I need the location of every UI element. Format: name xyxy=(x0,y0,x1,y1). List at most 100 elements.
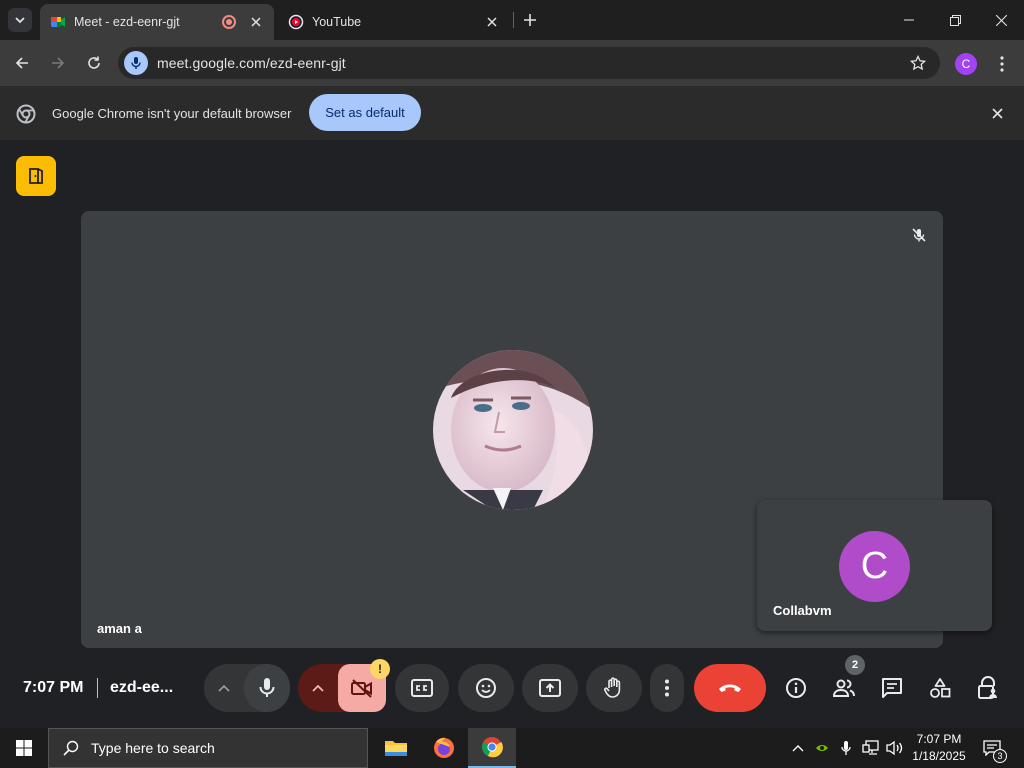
tab-youtube[interactable]: YouTube xyxy=(278,4,510,40)
self-participant-name: Collabvm xyxy=(773,603,832,618)
info-icon xyxy=(786,678,806,698)
video-options-button[interactable] xyxy=(298,664,338,712)
url-text: meet.google.com/ezd-eenr-gjt xyxy=(157,55,346,71)
close-icon xyxy=(995,14,1007,26)
arrow-left-icon xyxy=(15,57,28,69)
taskbar-search-box[interactable]: Type here to search xyxy=(48,728,368,768)
close-tab-icon[interactable] xyxy=(248,14,264,30)
self-avatar: C xyxy=(839,531,910,602)
file-explorer-button[interactable] xyxy=(372,728,420,768)
more-options-button[interactable] xyxy=(650,664,684,712)
taskbar-time: 7:07 PM xyxy=(916,732,962,746)
tab-search-button[interactable] xyxy=(8,8,32,32)
meet-page: aman a C Collabvm 7:07 PM ezd-ee... ! 2 xyxy=(0,140,1024,728)
raise-hand-icon xyxy=(604,677,621,698)
people-count-badge: 2 xyxy=(845,655,865,675)
audio-options-button[interactable] xyxy=(204,664,244,712)
reactions-button[interactable] xyxy=(458,664,514,712)
chrome-button[interactable] xyxy=(468,728,516,768)
tab-title: Meet - ezd-eenr-gjt xyxy=(74,15,180,29)
activities-shapes-icon xyxy=(930,678,951,698)
raise-hand-button[interactable] xyxy=(586,664,642,712)
default-browser-infobar: Google Chrome isn't your default browser… xyxy=(0,86,1024,140)
chevron-up-icon xyxy=(218,684,230,692)
emoji-icon xyxy=(476,678,496,698)
reload-icon xyxy=(88,56,100,69)
close-icon xyxy=(991,107,1003,119)
meeting-details-button[interactable] xyxy=(784,676,808,700)
camera-off-icon xyxy=(351,679,372,698)
infobar-message: Google Chrome isn't your default browser xyxy=(52,106,292,121)
captions-button[interactable] xyxy=(395,664,449,712)
set-as-default-button[interactable]: Set as default xyxy=(309,94,421,131)
nvidia-tray-icon[interactable] xyxy=(812,738,832,758)
folder-icon xyxy=(385,741,407,756)
chat-icon xyxy=(882,678,902,698)
start-button[interactable] xyxy=(0,728,48,768)
leave-call-button[interactable] xyxy=(694,664,766,712)
participant-tile-self[interactable]: C Collabvm xyxy=(757,500,992,631)
closed-captions-icon xyxy=(411,679,433,697)
activities-button[interactable] xyxy=(928,676,952,700)
windows-taskbar: Type here to search 7:07 PM 1/18/2025 3 xyxy=(0,728,1024,768)
tab-meet[interactable]: Meet - ezd-eenr-gjt xyxy=(40,4,274,40)
taskbar-clock[interactable]: 7:07 PM 1/18/2025 xyxy=(908,731,970,765)
browser-menu-button[interactable] xyxy=(992,54,1012,74)
people-button[interactable] xyxy=(832,676,856,700)
arrow-right-icon xyxy=(52,57,65,69)
microphone-button[interactable] xyxy=(244,664,290,712)
infobar-close-button[interactable] xyxy=(988,104,1006,122)
profile-avatar[interactable]: C xyxy=(955,53,977,75)
camera-warning-badge: ! xyxy=(370,659,390,679)
back-button[interactable] xyxy=(10,51,34,75)
new-tab-button[interactable] xyxy=(520,10,540,30)
participant-name: aman a xyxy=(97,621,142,636)
more-vert-icon xyxy=(665,679,669,697)
meeting-clock: 7:07 PM xyxy=(23,679,84,696)
taskbar-date: 1/18/2025 xyxy=(912,749,966,763)
search-icon xyxy=(63,740,79,756)
plus-icon xyxy=(524,14,536,26)
participant-avatar-photo xyxy=(433,350,593,510)
present-screen-button[interactable] xyxy=(522,664,578,712)
lock-person-icon xyxy=(978,676,997,699)
microphone-tray-icon[interactable] xyxy=(836,738,856,758)
browser-toolbar: meet.google.com/ezd-eenr-gjt xyxy=(0,40,1024,86)
network-tray-icon[interactable] xyxy=(861,738,881,758)
chat-button[interactable] xyxy=(880,676,904,700)
chevron-up-icon xyxy=(792,745,804,752)
restore-button[interactable] xyxy=(932,0,978,40)
muted-mic-icon xyxy=(907,223,931,247)
door-exit-icon xyxy=(29,168,43,184)
minimize-icon xyxy=(904,19,914,21)
end-call-icon xyxy=(719,684,741,692)
chrome-icon xyxy=(482,737,503,758)
more-vert-icon xyxy=(1000,56,1004,72)
meeting-code: ezd-ee... xyxy=(110,679,174,696)
close-tab-icon[interactable] xyxy=(484,14,500,30)
minimize-button[interactable] xyxy=(886,0,932,40)
people-icon xyxy=(832,679,855,697)
chevron-up-icon xyxy=(312,684,324,692)
firefox-icon xyxy=(434,737,454,758)
windows-logo-icon xyxy=(16,740,32,756)
tab-title: YouTube xyxy=(312,15,362,29)
microphone-permission-icon[interactable] xyxy=(124,51,148,75)
restore-icon xyxy=(949,14,961,26)
present-screen-icon xyxy=(539,679,561,697)
companion-mode-button[interactable] xyxy=(16,156,56,196)
host-controls-button[interactable] xyxy=(976,676,1000,700)
forward-button[interactable] xyxy=(46,51,70,75)
volume-tray-icon[interactable] xyxy=(885,738,905,758)
youtube-favicon-icon xyxy=(288,14,304,30)
bookmark-star-icon[interactable] xyxy=(910,55,926,71)
chrome-logo-icon xyxy=(16,104,36,124)
tab-strip: Meet - ezd-eenr-gjt YouTube xyxy=(0,0,1024,40)
divider xyxy=(97,678,98,698)
show-hidden-icons-button[interactable] xyxy=(788,738,808,758)
reload-button[interactable] xyxy=(82,51,106,75)
address-bar[interactable]: meet.google.com/ezd-eenr-gjt xyxy=(118,47,940,79)
mic-control-group xyxy=(204,664,290,712)
close-window-button[interactable] xyxy=(978,0,1024,40)
firefox-button[interactable] xyxy=(420,728,468,768)
